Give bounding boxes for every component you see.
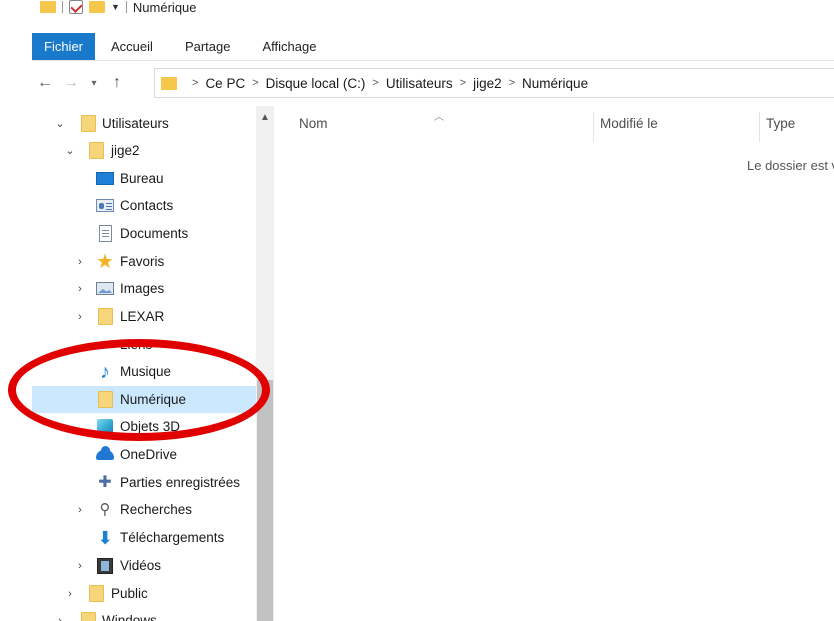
nav-item-onedrive[interactable]: OneDrive bbox=[32, 441, 256, 468]
chevron-down-icon[interactable]: ▼ bbox=[111, 2, 120, 12]
chevron-right-icon[interactable]: > bbox=[372, 77, 378, 89]
breadcrumb-numerique[interactable]: Numérique bbox=[522, 76, 588, 91]
nav-item-utilisateurs[interactable]: ⌄ Utilisateurs bbox=[32, 110, 256, 137]
ribbon-tabs: Fichier Accueil Partage Affichage bbox=[32, 33, 834, 61]
documents-icon bbox=[96, 225, 114, 242]
video-icon bbox=[96, 557, 114, 574]
nav-item-images[interactable]: › Images bbox=[32, 275, 256, 302]
onedrive-icon bbox=[96, 445, 114, 463]
column-divider[interactable] bbox=[759, 112, 760, 142]
nav-item-parties-enregistrees[interactable]: ✚ Parties enregistrées bbox=[32, 469, 256, 496]
navigation-pane: ⌄ Utilisateurs ⌄ jige2 Bureau Contacts D… bbox=[32, 106, 256, 621]
download-icon: ⬇ bbox=[97, 527, 113, 548]
properties-icon[interactable] bbox=[69, 0, 83, 14]
title-bar: ▼ Numérique bbox=[0, 0, 834, 32]
nav-item-lexar[interactable]: › LEXAR bbox=[32, 303, 256, 330]
chevron-right-icon[interactable]: > bbox=[460, 77, 466, 89]
scrollbar-thumb[interactable] bbox=[257, 380, 273, 621]
nav-item-favoris[interactable]: › ★ Favoris bbox=[32, 248, 256, 275]
chevron-right-icon[interactable]: › bbox=[54, 615, 66, 621]
tab-partage[interactable]: Partage bbox=[169, 33, 247, 60]
link-icon: ↪ bbox=[99, 336, 111, 353]
folder-icon bbox=[79, 612, 97, 621]
nav-item-windows[interactable]: › Windows bbox=[32, 607, 256, 621]
folder-icon bbox=[96, 308, 114, 325]
chevron-right-icon[interactable]: > bbox=[252, 77, 258, 89]
saved-games-icon: ✚ bbox=[98, 473, 112, 491]
forward-arrow-icon[interactable]: → bbox=[58, 74, 84, 92]
back-arrow-icon[interactable]: ← bbox=[32, 74, 58, 92]
empty-folder-message: Le dossier est vide. bbox=[747, 158, 834, 173]
chevron-down-icon[interactable]: ⌄ bbox=[54, 117, 66, 130]
breadcrumb-utilisateurs[interactable]: Utilisateurs bbox=[386, 76, 453, 91]
chevron-right-icon[interactable]: > bbox=[509, 77, 515, 89]
folder-icon bbox=[96, 391, 114, 408]
folder-icon bbox=[87, 142, 105, 159]
images-icon bbox=[96, 281, 114, 297]
folder-icon bbox=[40, 1, 56, 13]
nav-item-objets-3d[interactable]: Objets 3D bbox=[32, 413, 256, 440]
nav-item-public[interactable]: › Public bbox=[32, 580, 256, 607]
chevron-right-icon[interactable]: > bbox=[192, 77, 198, 89]
separator bbox=[62, 1, 63, 13]
folder-icon bbox=[161, 76, 177, 90]
nav-item-recherches[interactable]: › ⚲ Recherches bbox=[32, 496, 256, 523]
up-arrow-icon[interactable]: ↑ bbox=[104, 74, 130, 92]
chevron-down-icon[interactable]: ⌄ bbox=[64, 144, 76, 157]
column-header-type[interactable]: Type bbox=[766, 116, 795, 131]
column-header-modifie-le[interactable]: Modifié le bbox=[600, 116, 658, 131]
new-folder-icon[interactable] bbox=[89, 1, 105, 13]
folder-icon bbox=[87, 585, 105, 602]
star-icon: ★ bbox=[96, 250, 114, 273]
tab-accueil[interactable]: Accueil bbox=[95, 33, 169, 60]
file-list[interactable]: ︿ Nom Modifié le Type Le dossier est vid… bbox=[274, 106, 834, 621]
scroll-up-icon[interactable]: ▲ bbox=[256, 112, 274, 123]
nav-item-liens[interactable]: ↪ Liens bbox=[32, 331, 256, 358]
tab-affichage[interactable]: Affichage bbox=[246, 33, 332, 60]
nav-item-contacts[interactable]: Contacts bbox=[32, 192, 256, 219]
separator bbox=[125, 1, 127, 13]
desktop-icon bbox=[96, 171, 114, 187]
nav-item-jige2[interactable]: ⌄ jige2 bbox=[32, 137, 256, 164]
sort-ascending-icon: ︿ bbox=[434, 112, 444, 123]
address-bar[interactable]: > Ce PC > Disque local (C:) > Utilisateu… bbox=[154, 68, 834, 98]
breadcrumb-jige2[interactable]: jige2 bbox=[473, 76, 502, 91]
chevron-right-icon[interactable]: › bbox=[64, 588, 76, 600]
cube-3d-icon bbox=[96, 418, 114, 435]
chevron-right-icon[interactable]: › bbox=[74, 256, 86, 268]
nav-item-musique[interactable]: ♪ Musique bbox=[32, 358, 256, 385]
chevron-right-icon[interactable]: › bbox=[74, 283, 86, 295]
recent-locations-chevron-icon[interactable]: ▾ bbox=[84, 78, 104, 89]
tab-fichier[interactable]: Fichier bbox=[32, 33, 96, 60]
breadcrumb-disque-local[interactable]: Disque local (C:) bbox=[266, 76, 366, 91]
nav-item-telechargements[interactable]: ⬇ Téléchargements bbox=[32, 524, 256, 551]
search-icon: ⚲ bbox=[99, 500, 111, 518]
window-title: Numérique bbox=[132, 0, 197, 15]
breadcrumb-ce-pc[interactable]: Ce PC bbox=[205, 76, 245, 91]
chevron-right-icon[interactable]: › bbox=[74, 311, 86, 323]
nav-item-bureau[interactable]: Bureau bbox=[32, 165, 256, 192]
navigation-pane-scrollbar[interactable]: ▲ bbox=[256, 106, 274, 621]
nav-item-numerique[interactable]: Numérique bbox=[32, 386, 256, 413]
nav-item-documents[interactable]: Documents bbox=[32, 220, 256, 247]
nav-item-videos[interactable]: › Vidéos bbox=[32, 552, 256, 579]
chevron-right-icon[interactable]: › bbox=[74, 560, 86, 572]
folder-icon bbox=[79, 115, 97, 132]
navigation-bar: ← → ▾ ↑ > Ce PC > Disque local (C:) > Ut… bbox=[32, 62, 834, 104]
contacts-icon bbox=[96, 198, 114, 214]
music-icon: ♪ bbox=[100, 360, 110, 383]
column-divider[interactable] bbox=[593, 112, 594, 142]
chevron-right-icon[interactable]: › bbox=[74, 504, 86, 516]
column-header-nom[interactable]: Nom bbox=[299, 116, 328, 131]
